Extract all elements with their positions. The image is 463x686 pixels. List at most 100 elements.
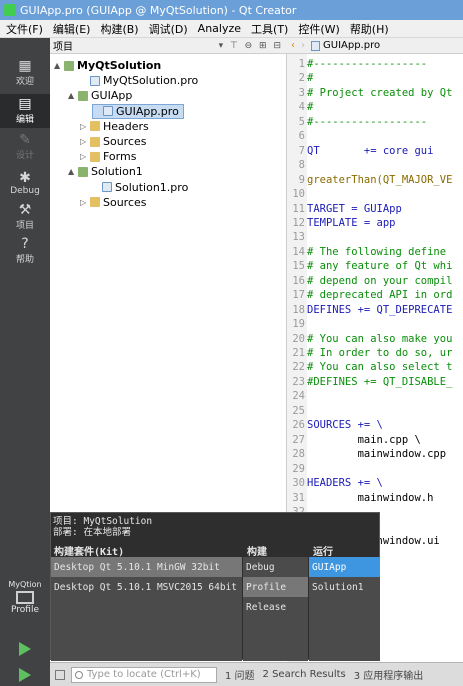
line-number: 6 [298,130,305,143]
pencil-icon: ✎ [19,132,31,148]
expand-arrow-icon[interactable]: ▲ [68,167,78,176]
menu-edit[interactable]: 编辑(E) [47,21,95,37]
menu-tools[interactable]: 工具(T) [245,21,292,37]
kit-option[interactable]: Desktop Qt 5.10.1 MSVC2015 64bit [51,577,242,597]
open-file-name[interactable]: GUIApp.pro [323,40,380,51]
mode-label: 编辑 [15,115,34,125]
code-text: greaterThan(QT_MAJOR_VE [307,173,453,186]
tree-item[interactable]: ▲ MyQtSolution [54,58,161,73]
tree-item[interactable]: ▲ Solution1 [68,164,143,179]
line-number: 13 [292,231,305,244]
pro-file-icon [103,106,113,117]
line-number: 3 [298,86,305,99]
code-line: 9 greaterThan(QT_MAJOR_VE [287,173,463,187]
menu-debug[interactable]: 调试(D) [143,21,192,37]
tree-item[interactable]: ▲ GUIApp [68,88,132,103]
menu-help[interactable]: 帮助(H) [344,21,393,37]
code-line: 12 TEMPLATE = app [287,216,463,230]
mode-label: 项目 [15,221,34,231]
mode-edit[interactable]: ▤ 编辑 [0,94,50,128]
sidebar-toggle-button[interactable] [55,669,65,680]
expand-arrow-icon[interactable]: ▲ [54,61,64,70]
tree-item-label: Forms [103,150,137,164]
run-option[interactable]: Solution1 [309,577,380,597]
tree-item[interactable]: MyQtSolution.pro [80,73,198,88]
forward-button[interactable]: › [301,40,305,51]
project-icon [78,90,88,101]
run-list: GUIApp Solution1 [309,557,380,661]
line-number: 19 [292,318,305,331]
build-option[interactable]: Release [243,597,308,617]
code-line: 13 [287,230,463,244]
mode-projects[interactable]: ⚒ 项目 [0,200,50,234]
line-number: 21 [292,347,305,359]
mode-welcome[interactable]: ▦ 欢迎 [0,56,50,90]
build-list: Debug Profile Release [243,557,308,661]
code-line: 28 mainwindow.cpp [287,447,463,461]
run-button[interactable] [14,638,36,660]
debug-run-button[interactable] [14,664,36,686]
tree-item-label: Sources [103,195,147,209]
code-text: # Project created by Qt [307,86,453,99]
kit-selector[interactable]: MyQtion Profile [0,578,50,632]
tree-item-label: Headers [103,119,149,133]
line-number: 22 [292,361,305,374]
expand-arrow-icon[interactable]: ▷ [80,152,90,161]
back-button[interactable]: ‹ [291,40,295,51]
tree-item[interactable]: ▷ Sources [80,195,147,210]
code-text: mainwindow.h [307,491,434,504]
projects-pane-header: 项目 ▾ ⊤ ⊖ ⊞ ⊟ [50,38,287,54]
mode-design[interactable]: ✎ 设计 [0,130,50,164]
output-pane-issues[interactable]: 1 问题 [225,667,255,682]
line-number: 30 [292,477,305,490]
monitor-icon [16,591,34,604]
output-pane-app-output[interactable]: 3 应用程序输出 [354,667,424,682]
tree-item[interactable]: ▷ Forms [80,149,136,164]
code-text: #DEFINES += QT_DISABLE_ [307,375,453,388]
line-number: 23 [292,375,305,388]
tree-item[interactable]: ▷ Sources [80,134,147,149]
line-number: 10 [292,188,305,201]
code-line: 6 [287,129,463,143]
mode-debug[interactable]: ✱ Debug [0,166,50,200]
line-number: 25 [292,404,305,417]
output-pane-search-results[interactable]: 2 Search Results [263,669,346,680]
expand-arrow-icon[interactable]: ▲ [68,91,78,100]
popup-project-line: 项目: MyQtSolution [53,516,153,527]
code-line: 22 # You can also select t [287,360,463,374]
projects-pane-tools[interactable]: ▾ ⊤ ⊖ ⊞ ⊟ [219,41,287,51]
mode-label: 欢迎 [15,77,34,87]
tree-item[interactable]: Solution1.pro [92,180,188,195]
expand-arrow-icon[interactable]: ▷ [80,198,90,207]
code-line: 25 [287,404,463,418]
expand-arrow-icon[interactable]: ▷ [80,122,90,131]
code-line: 8 [287,158,463,172]
mode-help[interactable]: ? 帮助 [0,234,50,268]
grid-icon: ▦ [18,58,32,74]
tree-item-label: GUIApp [91,89,133,103]
tree-item-label: MyQtSolution [77,59,162,72]
tree-item[interactable]: ▷ Headers [80,119,149,134]
run-option[interactable]: GUIApp [309,557,380,577]
tree-item[interactable]: GUIApp.pro [92,103,184,119]
build-option[interactable]: Debug [243,557,308,577]
build-option[interactable]: Profile [243,577,308,597]
kit-option[interactable]: Desktop Qt 5.10.1 MinGW 32bit [51,557,242,577]
window-title: GUIApp.pro (GUIApp @ MyQtSolution) - Qt … [20,3,297,17]
locator-input[interactable]: Type to locate (Ctrl+K) [71,666,217,683]
line-number: 5 [298,115,305,128]
kit-build-label: Profile [11,605,39,615]
menu-file[interactable]: 文件(F) [0,21,47,37]
code-text: # You can also make you [307,332,453,345]
pro-file-icon [90,75,100,86]
build-column-header: 构建 [247,547,267,558]
mode-selector: ▦ 欢迎 ▤ 编辑 ✎ 设计 ✱ Debug ⚒ 项目 ? 帮助 MyQtion… [0,38,50,686]
line-number: 1 [298,58,305,70]
line-number: 16 [292,274,305,287]
menu-analyze[interactable]: Analyze [192,22,245,35]
code-line: 4 # [287,100,463,114]
menu-widgets[interactable]: 控件(W) [292,21,343,37]
menu-build[interactable]: 构建(B) [94,21,142,37]
expand-arrow-icon[interactable]: ▷ [80,137,90,146]
wrench-icon: ⚒ [18,202,32,218]
